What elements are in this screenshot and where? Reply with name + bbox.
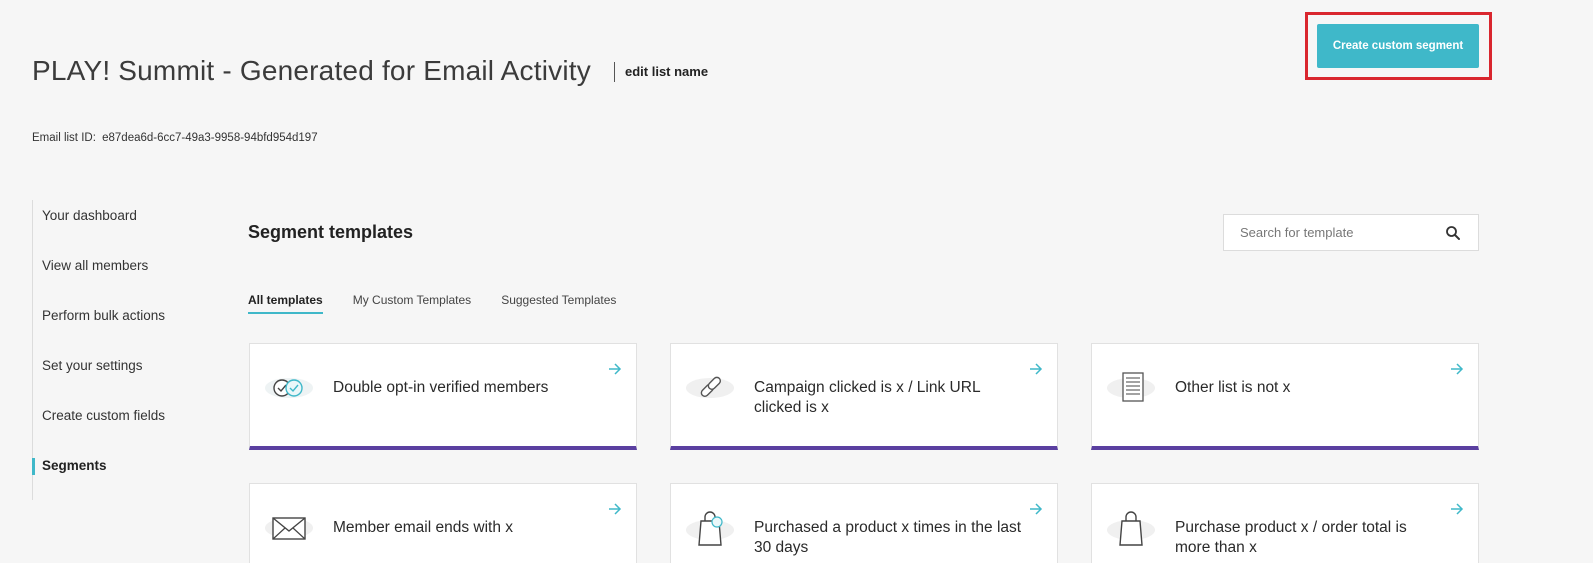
page-title: PLAY! Summit - Generated for Email Activ… xyxy=(32,55,591,86)
create-custom-segment-button[interactable]: Create custom segment xyxy=(1317,24,1479,68)
search-input[interactable] xyxy=(1224,215,1434,250)
page: PLAY! Summit - Generated for Email Activ… xyxy=(0,0,1593,563)
verified-check-icon xyxy=(265,378,313,398)
list-document-icon xyxy=(1107,372,1155,402)
template-card-label: Other list is not x xyxy=(1175,379,1291,396)
sidebar-item-create-custom-fields[interactable]: Create custom fields xyxy=(33,400,212,450)
sidebar-item-set-your-settings[interactable]: Set your settings xyxy=(33,350,212,400)
template-card-label: Member email ends with x xyxy=(333,519,514,536)
tab-all-templates[interactable]: All templates xyxy=(248,293,323,314)
link-icon xyxy=(686,376,734,398)
arrow-right-icon xyxy=(609,503,622,515)
email-list-id-label: Email list ID: xyxy=(32,132,96,144)
sidebar-item-perform-bulk-actions[interactable]: Perform bulk actions xyxy=(33,300,212,350)
sidebar-item-your-dashboard[interactable]: Your dashboard xyxy=(33,200,212,250)
envelope-icon xyxy=(265,517,313,540)
template-card[interactable]: Purchase product x / order total is more… xyxy=(1091,483,1479,563)
template-card[interactable]: Campaign clicked is x / Link URL clicked… xyxy=(670,343,1058,450)
template-card-label: Purchase product x / order total is more… xyxy=(1175,519,1407,556)
email-list-id: Email list ID: e87dea6d-6cc7-49a3-9958-9… xyxy=(32,132,318,144)
sidebar-item-view-all-members[interactable]: View all members xyxy=(33,250,212,300)
edit-list-name-link[interactable]: edit list name xyxy=(614,62,708,82)
sidebar-item-segments[interactable]: Segments xyxy=(33,450,212,500)
shopping-bag-icon xyxy=(686,511,734,546)
arrow-right-icon xyxy=(609,363,622,375)
sidebar-active-indicator xyxy=(32,458,35,475)
arrow-right-icon xyxy=(1030,503,1043,515)
email-list-id-value: e87dea6d-6cc7-49a3-9958-94bfd954d197 xyxy=(102,132,318,144)
arrow-right-icon xyxy=(1451,503,1464,515)
arrow-right-icon xyxy=(1030,363,1043,375)
template-card[interactable]: Other list is not x xyxy=(1091,343,1479,450)
sidebar-nav: Your dashboard View all members Perform … xyxy=(32,200,212,500)
template-card[interactable]: Purchased a product x times in the last … xyxy=(670,483,1058,563)
section-title: Segment templates xyxy=(248,222,414,242)
tab-my-custom-templates[interactable]: My Custom Templates xyxy=(353,293,471,314)
template-card[interactable]: Double opt-in verified members xyxy=(249,343,637,450)
template-tabs: All templates My Custom Templates Sugges… xyxy=(248,293,646,314)
search-icon[interactable] xyxy=(1444,224,1462,242)
template-card-label: Campaign clicked is x / Link URL clicked… xyxy=(754,379,980,416)
search-box xyxy=(1223,214,1479,251)
template-card[interactable]: Member email ends with x xyxy=(249,483,637,563)
tab-suggested-templates[interactable]: Suggested Templates xyxy=(501,293,616,314)
shopping-bag-icon xyxy=(1107,511,1155,546)
template-card-label: Double opt-in verified members xyxy=(333,379,549,396)
template-card-label: Purchased a product x times in the last … xyxy=(754,519,1022,556)
arrow-right-icon xyxy=(1451,363,1464,375)
